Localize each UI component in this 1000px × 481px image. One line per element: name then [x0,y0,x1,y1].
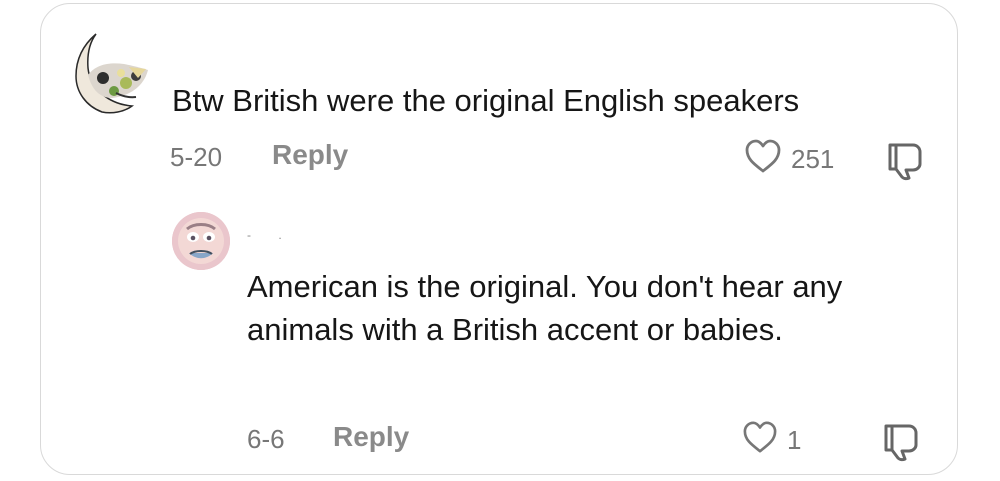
like-count: 251 [791,144,835,174]
comment-text: Btw British were the original English sp… [172,83,800,118]
reply-comment-text: American is the original. You don't hear… [247,269,843,347]
reply-date: 6-6 [247,424,285,454]
reply-username: - . [247,228,294,242]
reply-to-reply-button[interactable]: Reply [333,421,409,453]
reply-commenter-avatar[interactable] [172,212,230,270]
reply-like-button[interactable]: 1 [741,420,801,461]
thumbs-down-icon[interactable] [878,420,922,467]
thumbs-down-icon[interactable] [882,139,926,186]
heart-icon [741,420,779,461]
like-button[interactable]: 251 [743,138,834,181]
heart-icon [743,138,783,181]
commenter-avatar[interactable] [68,30,152,114]
comment-date: 5-20 [170,142,223,172]
reply-like-count: 1 [787,425,802,455]
reply-button[interactable]: Reply [272,139,348,171]
